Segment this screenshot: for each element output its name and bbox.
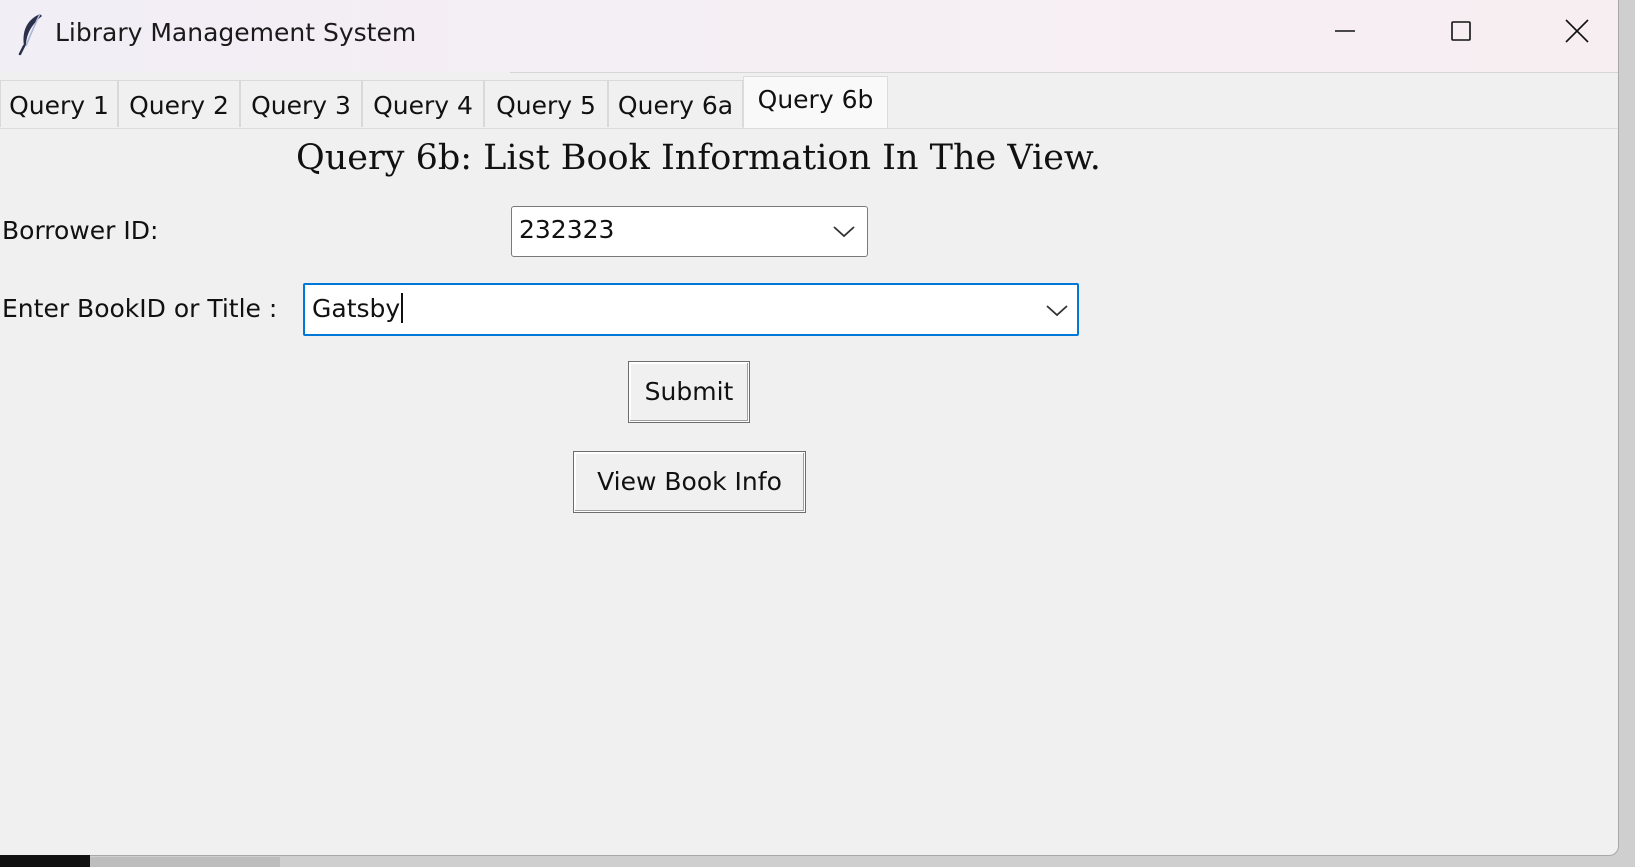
title-bar: Library Management System — [0, 0, 1618, 72]
taskbar-fragment-gray — [90, 857, 280, 867]
app-window: Library Management System Query 1 Query … — [0, 0, 1619, 856]
tab-query-6a[interactable]: Query 6a — [608, 80, 743, 127]
close-button[interactable] — [1545, 8, 1609, 58]
tab-query-4[interactable]: Query 4 — [362, 80, 484, 127]
taskbar-fragment — [0, 855, 90, 867]
page-title: Query 6b: List Book Information In The V… — [296, 138, 1101, 178]
tab-query-5[interactable]: Query 5 — [484, 80, 608, 127]
tab-query-6b[interactable]: Query 6b — [743, 76, 888, 129]
view-book-info-button[interactable]: View Book Info — [573, 451, 806, 513]
close-icon — [1564, 18, 1590, 48]
borrower-id-combobox[interactable]: 232323 — [511, 206, 868, 257]
tab-query-3[interactable]: Query 3 — [240, 80, 362, 127]
borrower-id-value: 232323 — [519, 215, 615, 244]
chevron-down-icon[interactable] — [832, 221, 856, 241]
tab-query-2[interactable]: Query 2 — [118, 80, 240, 127]
text-cursor — [401, 293, 404, 323]
chevron-down-icon[interactable] — [1045, 300, 1069, 320]
maximize-button[interactable] — [1429, 8, 1493, 58]
minimize-icon — [1333, 19, 1357, 47]
submit-button[interactable]: Submit — [628, 361, 750, 423]
tab-query-1[interactable]: Query 1 — [0, 80, 118, 127]
borrower-id-label: Borrower ID: — [2, 216, 159, 245]
window-title: Library Management System — [55, 18, 417, 47]
tab-bar: Query 1 Query 2 Query 3 Query 4 Query 5 … — [0, 76, 1618, 129]
book-id-title-label: Enter BookID or Title : — [2, 294, 278, 323]
book-id-title-value: Gatsby — [312, 294, 401, 323]
minimize-button[interactable] — [1313, 8, 1377, 58]
feather-icon — [16, 12, 46, 56]
title-separator — [510, 72, 1618, 73]
maximize-icon — [1449, 19, 1473, 47]
book-id-title-combobox[interactable]: Gatsby — [303, 283, 1079, 336]
book-id-title-input[interactable]: Gatsby — [312, 293, 404, 323]
